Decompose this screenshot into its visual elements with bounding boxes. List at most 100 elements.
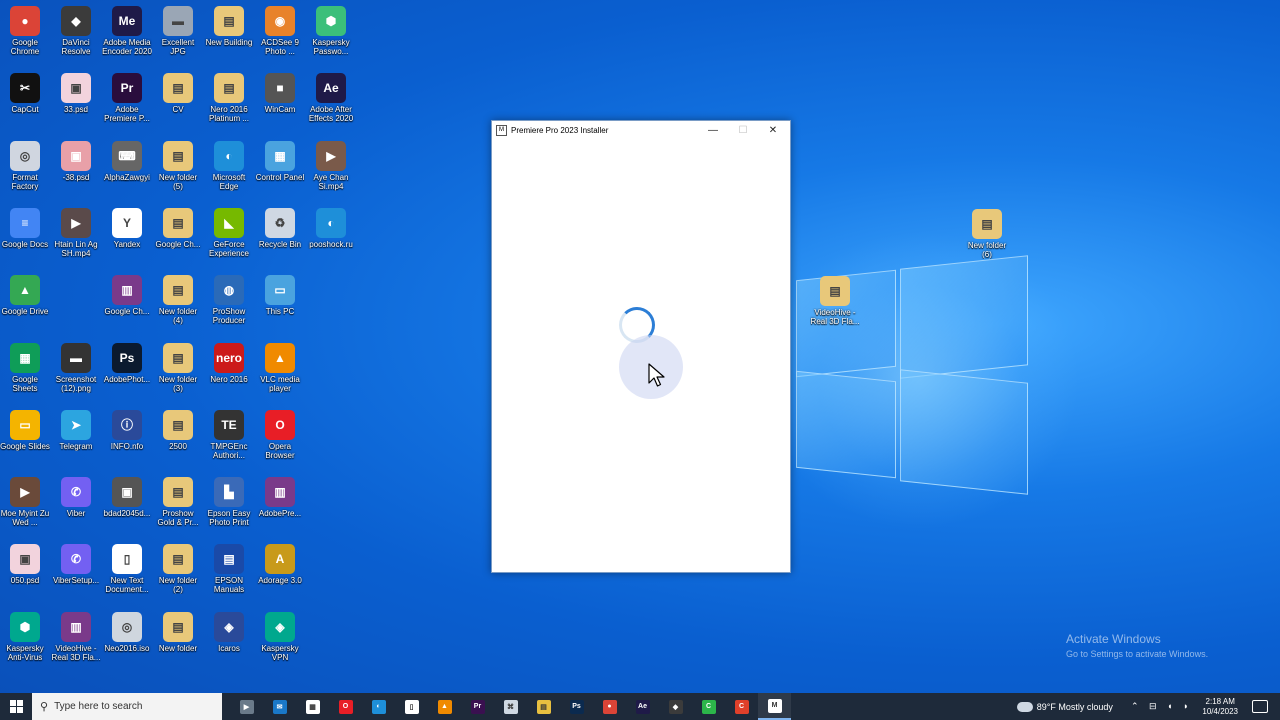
installer-window[interactable]: M Premiere Pro 2023 Installer — ☐ ✕ xyxy=(491,120,791,573)
taskbar-app-after-effects[interactable]: Ae xyxy=(626,693,659,720)
desktop-icon[interactable]: ▶ Moe Myint Zu Wed ... xyxy=(0,477,50,527)
desktop-icon-image: ≡ xyxy=(10,207,40,238)
desktop-icon[interactable]: ✂ CapCut xyxy=(0,73,50,114)
desktop-icon[interactable]: ⌨ AlphaZawgyi xyxy=(102,140,152,182)
taskbar-app-installer[interactable]: M xyxy=(758,693,791,720)
desktop-icon[interactable]: ▤ New folder (2) xyxy=(153,544,203,594)
taskbar-app-mail[interactable]: ✉ xyxy=(263,693,296,720)
taskbar-search-box[interactable]: ⚲ Type here to search xyxy=(32,693,222,720)
desktop-icon[interactable]: ⓘ INFO.nfo xyxy=(102,409,152,451)
taskbar-app-chrome[interactable]: ● xyxy=(593,693,626,720)
desktop-icon[interactable]: ➤ Telegram xyxy=(51,409,101,451)
desktop-icon[interactable]: ▬ Screenshot (12).png xyxy=(51,342,101,393)
desktop-icon-image: ▤ xyxy=(163,477,193,508)
desktop-icon[interactable]: ▤ VideoHive - Real 3D Fla... xyxy=(810,276,860,326)
installer-titlebar[interactable]: M Premiere Pro 2023 Installer — ☐ ✕ xyxy=(492,121,790,139)
desktop-icon[interactable]: ▤ Nero 2016 Platinum ... xyxy=(204,73,254,123)
desktop-icon[interactable]: ▤ CV xyxy=(153,73,203,114)
desktop-icon[interactable]: ▤ Google Ch... xyxy=(153,207,203,249)
desktop-icon[interactable]: ▥ VideoHive - Real 3D Fla... xyxy=(51,611,101,662)
weather-widget[interactable]: 89°F Mostly cloudy xyxy=(1016,701,1113,712)
desktop-icon[interactable]: ≡ Google Docs xyxy=(0,207,50,249)
taskbar-app-capcut-red[interactable]: C xyxy=(725,693,758,720)
desktop-icon[interactable]: ◍ ProShow Producer xyxy=(204,275,254,325)
desktop-icon[interactable]: ▤ New folder xyxy=(153,611,203,653)
desktop-icon[interactable]: ▦ Control Panel xyxy=(255,140,305,182)
desktop-icon[interactable]: ▲ VLC media player xyxy=(255,342,305,393)
desktop-icon[interactable]: Ae Adobe After Effects 2020 xyxy=(306,73,356,123)
desktop-icon[interactable]: ▤ 2500 xyxy=(153,409,203,451)
desktop-icon[interactable]: Me Adobe Media Encoder 2020 xyxy=(102,6,152,56)
desktop-icon-image: ▣ xyxy=(10,544,40,575)
taskbar-app-premiere[interactable]: Pr xyxy=(461,693,494,720)
desktop-icon[interactable]: ▶ Aye Chan Si.mp4 xyxy=(306,140,356,191)
desktop-icon[interactable]: ▥ Google Ch... xyxy=(102,275,152,316)
notification-center-icon[interactable] xyxy=(1252,700,1268,713)
desktop-icon[interactable]: ■ WinCam xyxy=(255,73,305,114)
desktop-icon[interactable]: ▥ AdobePre... xyxy=(255,477,305,518)
desktop-icon[interactable]: Ps AdobePhot... xyxy=(102,342,152,384)
desktop-icon[interactable]: A Adorage 3.0 xyxy=(255,544,305,585)
desktop-icon[interactable]: ▬ Excellent JPG xyxy=(153,6,203,56)
desktop-icon-image: Me xyxy=(112,6,142,36)
clock[interactable]: 2:18 AM 10/4/2023 xyxy=(1202,697,1238,717)
desktop-icon[interactable]: ♻ Recycle Bin xyxy=(255,207,305,249)
desktop-icon[interactable]: ▤ EPSON Manuals xyxy=(204,544,254,594)
taskbar-app-camtasia[interactable]: C xyxy=(692,693,725,720)
minimize-button[interactable]: — xyxy=(698,121,728,139)
start-button[interactable] xyxy=(0,693,32,720)
desktop-icon[interactable]: ◐ pooshock.ru xyxy=(306,207,356,249)
taskbar-app-explorer[interactable]: ▤ xyxy=(527,693,560,720)
desktop-icon-label: New folder (3) xyxy=(158,374,198,393)
taskbar-app-photoshop[interactable]: Ps xyxy=(560,693,593,720)
desktop-icon[interactable]: ◐ Microsoft Edge xyxy=(204,140,254,191)
desktop-icon[interactable]: ▶ Htain Lin Ag SH.mp4 xyxy=(51,207,101,258)
desktop-icon[interactable]: ◆ DaVinci Resolve xyxy=(51,6,101,56)
desktop-icon[interactable]: ▤ Proshow Gold & Pr... xyxy=(153,477,203,527)
desktop-icon[interactable]: ✆ Viber xyxy=(51,477,101,518)
taskbar-app-davinci[interactable]: ◆ xyxy=(659,693,692,720)
desktop-icon[interactable]: ▦ Google Sheets xyxy=(0,342,50,393)
desktop-icon[interactable]: TE TMPGEnc Authori... xyxy=(204,409,254,460)
desktop-icon[interactable]: ▯ New Text Document... xyxy=(102,544,152,594)
desktop-icon[interactable]: ◈ Icaros xyxy=(204,611,254,653)
desktop-icon[interactable]: ✆ ViberSetup... xyxy=(51,544,101,585)
taskbar-app-edge[interactable]: ◐ xyxy=(362,693,395,720)
desktop-icon[interactable]: ▤ New folder (3) xyxy=(153,342,203,393)
desktop-icon[interactable]: ▭ Google Slides xyxy=(0,409,50,451)
desktop-icon-label: Google Ch... xyxy=(104,307,150,317)
desktop-icon[interactable]: ▣ -38.psd xyxy=(51,140,101,182)
desktop-icon[interactable]: ⬢ Kaspersky Passwo... xyxy=(306,6,356,56)
desktop-icon[interactable]: ◉ ACDSee 9 Photo ... xyxy=(255,6,305,56)
desktop-icon[interactable]: ▭ This PC xyxy=(255,275,305,316)
desktop-icon[interactable]: ◈ Kaspersky VPN xyxy=(255,611,305,662)
taskbar-app-capture[interactable]: ⌘ xyxy=(494,693,527,720)
desktop-icon[interactable]: ⬢ Kaspersky Anti-Virus xyxy=(0,611,50,662)
desktop-icon[interactable]: ▣ bdad2045d... xyxy=(102,477,152,518)
desktop-icon[interactable]: O Opera Browser xyxy=(255,409,305,460)
desktop-icon[interactable]: ▲ Google Drive xyxy=(0,275,50,316)
taskbar-app-opera[interactable]: O xyxy=(329,693,362,720)
desktop-icon[interactable]: ▣ 33.psd xyxy=(51,73,101,114)
taskbar-app-vlc[interactable]: ▲ xyxy=(428,693,461,720)
desktop-icon[interactable]: Y Yandex xyxy=(102,207,152,249)
desktop-icon[interactable]: nero Nero 2016 xyxy=(204,342,254,384)
desktop-icon[interactable]: ◎ Format Factory xyxy=(0,140,50,191)
taskbar-app-media-player[interactable]: ▶ xyxy=(230,693,263,720)
desktop-icon[interactable]: ◎ Neo2016.iso xyxy=(102,611,152,653)
desktop-icon[interactable]: ▤ New Building xyxy=(204,6,254,47)
desktop-icon[interactable]: ▙ Epson Easy Photo Print xyxy=(204,477,254,527)
close-button[interactable]: ✕ xyxy=(758,121,788,139)
desktop-icon[interactable]: ▤ New folder (4) xyxy=(153,275,203,325)
desktop-icon[interactable]: Pr Adobe Premiere P... xyxy=(102,73,152,123)
desktop-icon[interactable]: ▣ 050.psd xyxy=(0,544,50,585)
desktop-icon-image: ◐ xyxy=(214,140,244,171)
taskbar-app-notepad[interactable]: ▯ xyxy=(395,693,428,720)
desktop-icon-label: New folder xyxy=(158,643,198,653)
desktop-icon[interactable]: ▤ New folder (6) xyxy=(962,209,1012,259)
desktop-icon[interactable]: ● Google Chrome xyxy=(0,6,50,56)
desktop-icon[interactable]: ◣ GeForce Experience xyxy=(204,207,254,258)
desktop-icon[interactable]: ▤ New folder (5) xyxy=(153,140,203,191)
taskbar-app-store[interactable]: ▦ xyxy=(296,693,329,720)
tray-icons[interactable]: ⌃ ⊟ ◖ ◗ xyxy=(1131,701,1192,712)
